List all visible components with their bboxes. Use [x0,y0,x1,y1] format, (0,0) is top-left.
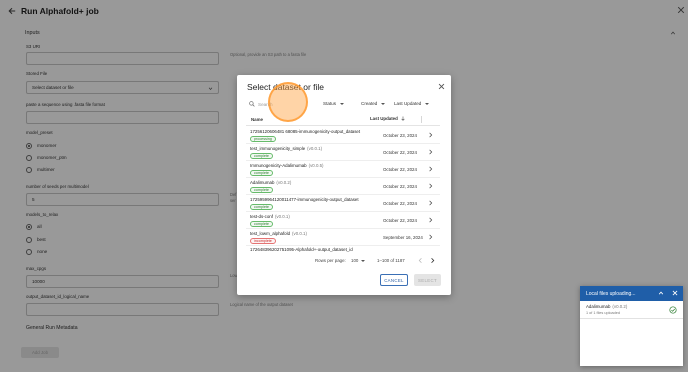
chevron-right-icon[interactable] [428,234,433,240]
rows-per-page-value: 100 [351,258,359,263]
row-name: 172648396202751095-Alphafold+-output_dat… [250,247,353,252]
rows-per-page-select[interactable]: 100 [351,258,366,263]
sort-down-arrow-icon [401,116,405,121]
caret-down-icon [340,102,345,105]
close-icon[interactable] [438,83,445,90]
select-button[interactable]: SELECT [414,274,441,286]
rows-per-page-label: Rows per page: [315,258,346,263]
column-header-last-updated[interactable]: Last Updated [370,116,405,121]
chevron-right-icon[interactable] [428,166,433,172]
close-icon[interactable] [672,290,678,296]
column-separator [421,116,422,123]
status-badge: processing [250,136,276,142]
cancel-button[interactable]: CANCEL [380,274,408,286]
status-badge: complete [250,153,273,159]
status-badge: incomplete [250,238,276,244]
upload-divider [580,318,683,319]
row-date: October 22, 2024 [383,201,417,206]
table-row[interactable]: 1725959964120011477-immunogenicity-outpu… [246,195,440,212]
chevron-up-icon[interactable] [658,290,664,296]
status-badge: complete [250,170,273,176]
caret-down-icon [425,102,430,105]
chevron-right-icon[interactable] [428,217,433,223]
previous-page-icon[interactable] [418,257,423,264]
upload-item-name: Adalimumab (v0.0.2) [586,304,628,309]
search-icon [249,101,255,107]
row-name: test-ds-conf (v0.0.1) [250,214,290,219]
last-updated-filter[interactable]: Last Updated [394,101,430,106]
caret-down-icon [361,259,366,262]
status-filter[interactable]: Status [323,101,345,106]
filter-label: Created [361,101,378,106]
table-row[interactable]: Immunogenicity-Adalimumab (v0.0.5) comple… [246,161,440,178]
created-filter[interactable]: Created [361,101,386,106]
row-date: October 22, 2024 [383,184,417,189]
row-name: test_lowm_alphafold (v0.0.1) [250,231,307,236]
row-date: September 16, 2024 [383,235,423,240]
upload-panel: Local files uploading... Adalimumab (v0.0… [580,286,683,366]
status-badge: complete [250,221,273,227]
table-row[interactable]: test_lowm_alphafold (v0.0.1) incomplete S… [246,229,440,246]
dataset-list: 17256120606481 68085-immunogenicity-outp… [246,127,440,254]
filter-label: Last Updated [394,101,422,106]
status-badge: complete [250,187,273,193]
row-date: October 22, 2024 [383,167,417,172]
row-name: 1725959964120011477-immunogenicity-outpu… [250,197,359,202]
chevron-right-icon[interactable] [428,200,433,206]
chevron-right-icon[interactable] [428,183,433,189]
upload-panel-title: Local files uploading... [586,291,636,297]
select-label: SELECT [418,277,437,283]
row-date: October 22, 2024 [383,150,417,155]
row-name: Adalimumab (v0.0.2) [250,180,292,185]
click-indicator [268,82,308,122]
row-name: 17256120606481 68085-immunogenicity-outp… [250,129,361,134]
filter-label: Status [323,101,337,106]
column-header-label: Last Updated [370,116,398,121]
pagination-range: 1–100 of 1187 [377,258,405,263]
upload-panel-header: Local files uploading... [580,286,683,301]
chevron-right-icon[interactable] [428,132,433,138]
upload-item-status: 1 of 1 files uploaded [586,311,620,315]
header-divider [246,125,440,126]
row-date: October 22, 2024 [383,218,417,223]
row-date: October 23, 2024 [383,133,417,138]
status-badge: complete [250,204,273,210]
table-row[interactable]: 172648396202751095-Alphafold+-output_dat… [246,246,440,254]
row-name: test_immunogenicity_simple (v0.0.1) [250,146,323,151]
check-circle-icon [669,306,677,314]
cancel-label: CANCEL [384,277,404,283]
table-row[interactable]: Adalimumab (v0.0.2) complete October 22, … [246,178,440,195]
chevron-right-icon[interactable] [428,149,433,155]
table-row[interactable]: test-ds-conf (v0.0.1) complete October 22… [246,212,440,229]
column-header-name[interactable]: Name [251,117,263,122]
next-page-icon[interactable] [430,257,435,264]
caret-down-icon [381,102,386,105]
table-row[interactable]: test_immunogenicity_simple (v0.0.1) compl… [246,144,440,161]
table-row[interactable]: 17256120606481 68085-immunogenicity-outp… [246,127,440,144]
row-name: Immunogenicity-Adalimumab (v0.0.5) [250,163,324,168]
